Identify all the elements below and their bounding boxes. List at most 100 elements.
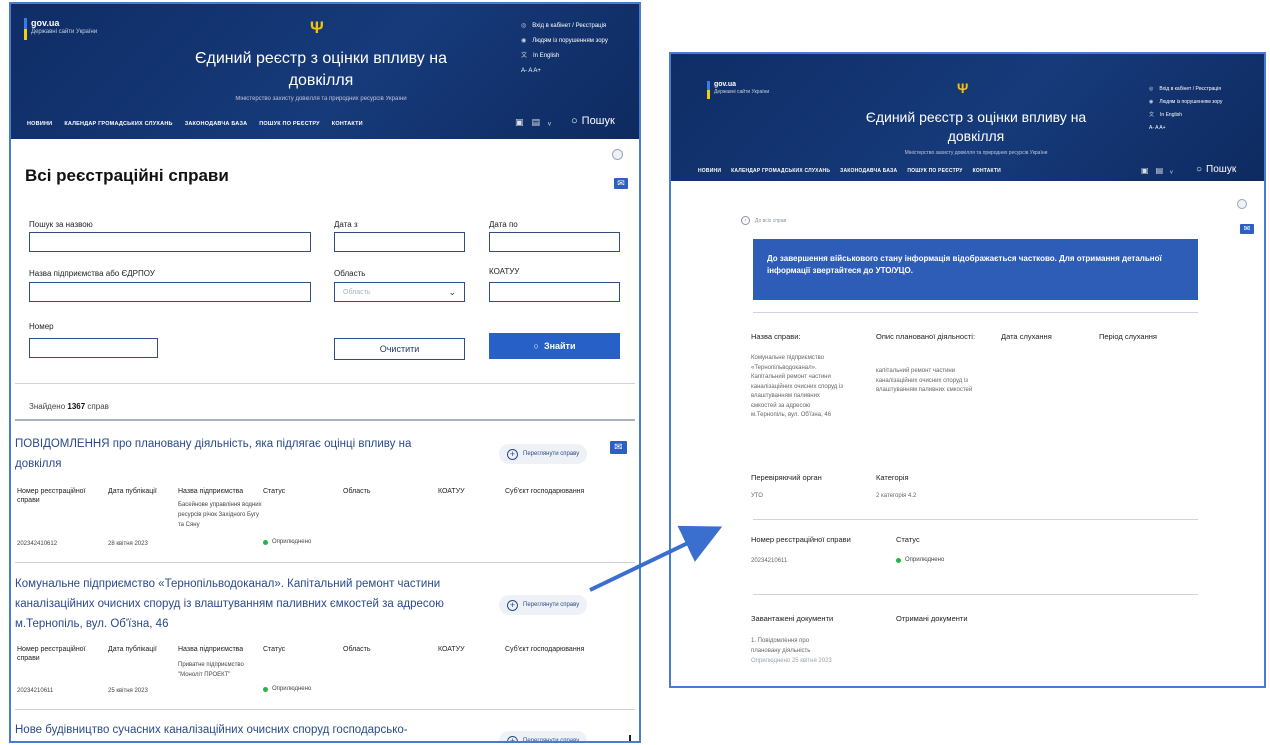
login-link[interactable]: ◎ Вхід в кабінет / Реєстрація	[1149, 82, 1222, 95]
company-input[interactable]	[29, 282, 311, 302]
review-case-button-3[interactable]: + Переглянути справу	[499, 731, 588, 741]
youtube-icon[interactable]: ▣	[1141, 166, 1149, 175]
case-title-2[interactable]: Комунальне підприємство «Тернопільводока…	[15, 574, 450, 634]
date-to-label: Дата по	[489, 220, 518, 229]
mail-icon[interactable]: ✉	[614, 178, 628, 189]
youtube-icon[interactable]: ▣	[515, 117, 524, 128]
nav-legislation[interactable]: ЗАКОНОДАВЧА БАЗА	[185, 121, 248, 127]
mail-icon[interactable]: ✉	[610, 441, 627, 454]
name-search-input[interactable]	[29, 232, 311, 252]
trident-icon: Ψ	[310, 18, 324, 37]
plus-icon: +	[507, 599, 518, 611]
header-utility-links: ◎ Вхід в кабінет / Реєстрація ◉ Людям із п…	[1149, 82, 1222, 134]
date-from-label: Дата з	[334, 220, 358, 229]
facebook-icon[interactable]: ▤	[532, 117, 541, 128]
accessibility-link[interactable]: ◉ Людям із порушенням зору	[1149, 95, 1222, 108]
scrollbar[interactable]	[629, 735, 631, 741]
column-header-date: Дата публікації	[108, 488, 157, 495]
twitter-icon[interactable]: ᵥ	[548, 117, 551, 128]
status-dot-icon	[896, 557, 901, 563]
column-header-region: Область	[343, 488, 371, 495]
document-link[interactable]: 1. Повідомлення про плановану діяльність	[751, 637, 831, 656]
results-count: Знайдено 1367 справ	[29, 402, 109, 411]
header-search-link[interactable]: ○ Пошук	[1196, 164, 1236, 175]
case-number: 2023421061​1	[17, 688, 54, 694]
case-date: 28 квітня 2023	[108, 541, 148, 547]
print-icon[interactable]	[1237, 199, 1247, 209]
print-icon[interactable]	[612, 149, 623, 160]
gov-ua-logo[interactable]: gov.ua Державні сайти України	[707, 81, 769, 99]
font-size-controls[interactable]: A- A A+	[521, 63, 608, 78]
english-link[interactable]: 文 In English	[521, 48, 608, 63]
site-title: Єдиний реєстр з оцінки впливу на довкілл…	[865, 109, 1087, 144]
english-link[interactable]: 文 In English	[1149, 108, 1222, 121]
company-label: Назва підприємства або ЄДРПОУ	[29, 269, 155, 278]
case-name-label: Назва справи:	[751, 332, 801, 341]
column-header-status: Статус	[263, 646, 286, 653]
nav-registry-search[interactable]: ПОШУК ПО РЕЄСТРУ	[907, 168, 962, 174]
koatuu-input[interactable]	[489, 282, 620, 302]
page-title: Всі реєстраційні справи	[25, 166, 229, 185]
status-badge: Оприлюднено	[263, 686, 311, 692]
activity-value: капітальний ремонт частини каналізаційни…	[876, 368, 973, 393]
review-case-button-2[interactable]: + Переглянути справу	[499, 595, 588, 615]
number-input[interactable]	[29, 338, 158, 358]
date-to-input[interactable]	[489, 232, 620, 252]
region-select[interactable]: Область ⌄	[334, 282, 465, 302]
nav-contacts[interactable]: КОНТАКТИ	[973, 168, 1001, 174]
facebook-icon[interactable]: ▤	[1156, 166, 1164, 175]
brand-sub: Державні сайти України	[714, 89, 770, 95]
review-case-button-1[interactable]: + Переглянути справу	[499, 444, 588, 464]
koatuu-label: КОАТУУ	[489, 267, 520, 276]
hearing-period-label: Період слухання	[1099, 332, 1157, 341]
authority-label: Перевіряючий орган	[751, 473, 822, 482]
activity-label: Опис планованої діяльності:	[876, 332, 976, 341]
column-header-koatuu: КОАТУУ	[438, 488, 465, 495]
column-header-entity: Суб'єкт господарювання	[505, 646, 585, 653]
header-search-link[interactable]: ○ Пошук	[571, 115, 615, 127]
user-icon: ◎	[521, 22, 527, 29]
find-button[interactable]: ○ Знайти	[489, 333, 620, 359]
search-icon: ○	[571, 115, 578, 127]
nav-news[interactable]: НОВИНИ	[27, 121, 52, 127]
mail-icon[interactable]: ✉	[1240, 224, 1254, 234]
case-date: 25 квітня 2023	[108, 688, 148, 694]
accessibility-link[interactable]: ◉ Людям із порушенням зору	[521, 33, 608, 48]
plus-icon: +	[507, 735, 518, 741]
nav-calendar[interactable]: КАЛЕНДАР ГРОМАДСЬКИХ СЛУХАНЬ	[731, 168, 830, 174]
hearing-date-label: Дата слухання	[1001, 332, 1052, 341]
social-links: ▣ ▤ ᵥ	[1141, 166, 1173, 175]
search-page-screenshot: gov.ua Державні сайти України Ψ Єдиний р…	[9, 2, 641, 743]
reg-number-value: 2023421061​1	[751, 558, 788, 564]
nav-contacts[interactable]: КОНТАКТИ	[332, 121, 363, 127]
nav-registry-search[interactable]: ПОШУК ПО РЕЄСТРУ	[259, 121, 320, 127]
case-title-1[interactable]: ПОВІДОМЛЕННЯ про плановану діяльність, я…	[15, 434, 435, 474]
nav-legislation[interactable]: ЗАКОНОДАВЧА БАЗА	[840, 168, 897, 174]
twitter-icon[interactable]: ᵥ	[1170, 166, 1173, 175]
column-header-status: Статус	[263, 488, 286, 495]
nav-news[interactable]: НОВИНИ	[698, 168, 721, 174]
divider	[753, 594, 1198, 595]
divider	[15, 709, 635, 710]
case-name-value: Комунальне підприємство «Тернопільводока…	[751, 355, 844, 418]
login-link[interactable]: ◎ Вхід в кабінет / Реєстрація	[521, 18, 608, 33]
column-header-entity: Суб'єкт господарювання	[505, 488, 585, 495]
search-icon: ○	[533, 341, 539, 351]
ukraine-flag-icon	[707, 81, 710, 99]
clear-button[interactable]: Очистити	[334, 338, 465, 360]
status-badge: Оприлюднено	[263, 539, 311, 545]
column-header-date: Дата публікації	[108, 646, 157, 653]
ministry-subtitle: Міністерство захисту довкілля та природн…	[235, 96, 407, 102]
case-title-3[interactable]: Нове будівництво сучасних каналізаційних…	[15, 720, 445, 740]
back-to-cases-link[interactable]: ‹ До всіх справ	[741, 216, 786, 225]
date-from-input[interactable]	[334, 232, 465, 252]
gov-ua-logo[interactable]: gov.ua Державні сайти України	[24, 18, 97, 40]
nav-calendar[interactable]: КАЛЕНДАР ГРОМАДСЬКИХ СЛУХАНЬ	[64, 121, 172, 127]
translate-icon: 文	[521, 52, 528, 59]
case-detail-screenshot: gov.ua Державні сайти України Ψ Єдиний р…	[669, 52, 1266, 688]
site-header: gov.ua Державні сайти України Ψ Єдиний р…	[671, 54, 1264, 181]
category-label: Категорія	[876, 473, 909, 482]
main-nav: НОВИНИ КАЛЕНДАР ГРОМАДСЬКИХ СЛУХАНЬ ЗАКО…	[27, 121, 363, 127]
font-size-controls[interactable]: A- A A+	[1149, 121, 1222, 134]
trident-icon: Ψ	[957, 80, 969, 96]
